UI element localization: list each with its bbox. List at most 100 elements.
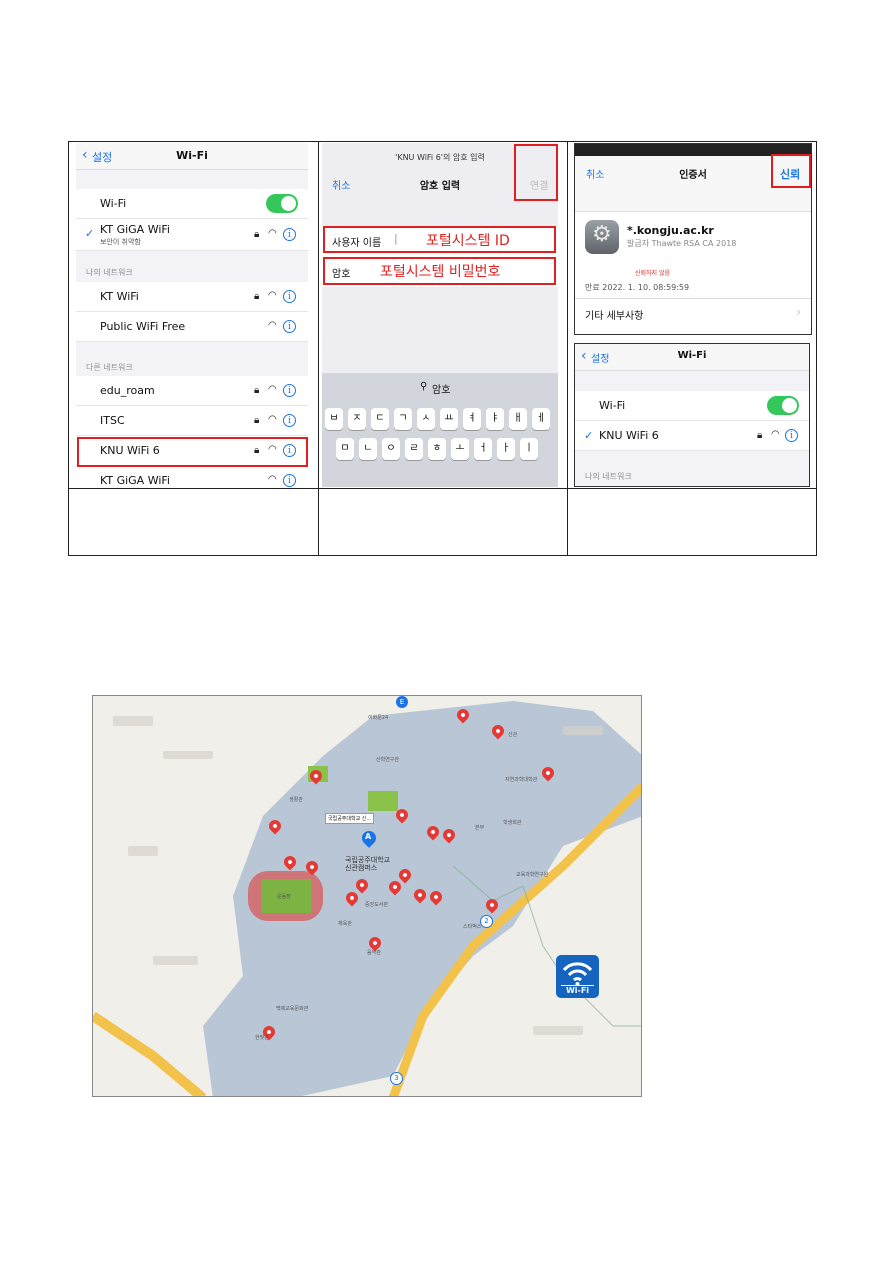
settings-gear-icon: ⚙ xyxy=(585,220,619,254)
section-header: 나의 네트워크 xyxy=(86,268,133,277)
keyboard-key[interactable]: ㅓ xyxy=(474,438,492,460)
info-icon[interactable]: i xyxy=(785,429,798,442)
place-label: 학생회관 xyxy=(503,820,522,826)
network-row[interactable]: edu_roam 🔒︎ ◠ i xyxy=(76,376,308,406)
keyboard-hint: 암호 xyxy=(432,385,451,396)
place-label: 스타벅스 xyxy=(463,924,482,930)
keyboard-key[interactable]: ㅈ xyxy=(348,408,366,430)
info-icon[interactable]: i xyxy=(283,474,296,487)
place-label: 한빛관 xyxy=(255,1035,269,1041)
route-marker: 2 xyxy=(480,915,493,928)
highlight-knu-wifi xyxy=(77,437,308,467)
route-e-icon: E xyxy=(396,696,408,708)
more-details-link[interactable]: 기타 세부사항 xyxy=(585,307,643,322)
info-icon[interactable]: i xyxy=(283,384,296,397)
keyboard-key[interactable]: ㅛ xyxy=(440,408,458,430)
wifi-badge: Wi-Fi xyxy=(556,955,599,998)
keyboard-key[interactable]: ㄷ xyxy=(371,408,389,430)
divider xyxy=(575,298,811,299)
connected-network-row[interactable]: ✓ KNU WiFi 6 🔒︎ ◠ i xyxy=(575,421,809,451)
wifi-toggle-label: Wi-Fi xyxy=(100,197,127,210)
wifi-signal-icon: ◠ xyxy=(268,228,277,239)
info-icon[interactable]: i xyxy=(283,228,296,241)
keyboard-key[interactable]: ㅔ xyxy=(532,408,550,430)
blurred-label xyxy=(113,716,153,726)
chevron-right-icon: › xyxy=(796,305,801,319)
keyboard-key[interactable]: ㄴ xyxy=(359,438,377,460)
wifi-toggle[interactable] xyxy=(266,194,298,213)
wifi-connected-screen: ‹ 설정 Wi-Fi Wi-Fi ✓ KNU WiFi 6 🔒︎ ◠ i 나의 … xyxy=(574,343,810,487)
blurred-label xyxy=(163,751,213,759)
wifi-toggle-label: Wi-Fi xyxy=(599,399,626,412)
table-divider xyxy=(567,142,568,555)
keyboard-key[interactable]: ㄹ xyxy=(405,438,423,460)
blurred-label xyxy=(563,726,603,735)
wifi-settings-screen: ‹ 설정 Wi-Fi Wi-Fi ✓ KT GiGA WiFi 보안이 취약함 … xyxy=(76,143,308,487)
network-name: edu_roam xyxy=(100,384,155,397)
keyboard-key[interactable]: ㅑ xyxy=(486,408,504,430)
place-label: 백제교육문화관 xyxy=(276,1006,309,1012)
place-label: 체육관 xyxy=(338,921,352,927)
keyboard-key[interactable]: ㅅ xyxy=(417,408,435,430)
place-label: 산학연구관 xyxy=(376,757,400,763)
network-row[interactable]: KT WiFi 🔒︎ ◠ i xyxy=(76,282,308,312)
place-label: 본부 xyxy=(475,825,485,831)
field-label: 운동장 xyxy=(277,894,291,900)
connected-network-row[interactable]: ✓ KT GiGA WiFi 보안이 취약함 🔒︎ ◠ i xyxy=(76,219,308,251)
page-title: Wi-Fi xyxy=(677,350,707,361)
wifi-signal-icon: ◠ xyxy=(268,290,277,301)
keyboard-key[interactable]: ㅁ xyxy=(336,438,354,460)
info-icon[interactable]: i xyxy=(283,414,296,427)
keyboard-key[interactable]: ㅗ xyxy=(451,438,469,460)
section-header: 나의 네트워크 xyxy=(585,472,632,481)
keyboard-key[interactable]: ㅏ xyxy=(497,438,515,460)
network-row[interactable]: ITSC 🔒︎ ◠ i xyxy=(76,406,308,436)
checkmark-icon: ✓ xyxy=(584,429,594,442)
network-row[interactable]: KT GiGA WiFi ◠ i xyxy=(76,466,308,487)
campus-label: 국립공주대학교 신관캠퍼스 xyxy=(345,856,391,872)
network-name: KT WiFi xyxy=(100,290,139,303)
wifi-toggle-row: Wi-Fi xyxy=(76,189,308,219)
keyboard-key[interactable]: ㅂ xyxy=(325,408,343,430)
map-callout: 국립공주대학교 신... xyxy=(325,813,375,824)
wifi-signal-icon: ◠ xyxy=(268,384,277,395)
highlight-password xyxy=(323,257,556,285)
nav-bar: ‹ 설정 Wi-Fi xyxy=(76,143,308,170)
place-label: 교육과학연구원 xyxy=(516,872,549,878)
campus-map: E A 국립공주대학교 신... 국립공주대학교 신관캠퍼스 운동장 이화문24… xyxy=(92,695,642,1097)
lock-icon: 🔒︎ xyxy=(254,229,260,240)
wifi-signal-icon: ◠ xyxy=(268,320,277,331)
keyboard-key[interactable]: ㅎ xyxy=(428,438,446,460)
network-name: ITSC xyxy=(100,414,125,427)
network-name: KT GiGA WiFi xyxy=(100,474,170,487)
keyboard-key[interactable]: ㄱ xyxy=(394,408,412,430)
blurred-label xyxy=(533,1026,583,1035)
info-icon[interactable]: i xyxy=(283,320,296,333)
lock-icon: 🔒︎ xyxy=(254,415,260,426)
section-header: 다른 네트워크 xyxy=(86,363,133,372)
info-icon[interactable]: i xyxy=(283,290,296,303)
expiry-label: 만료 2022. 1. 10. 08:59:59 xyxy=(585,283,690,292)
place-label: 음악관 xyxy=(367,950,381,956)
keyboard: ⚲ 암호 ㅂㅈㄷㄱㅅㅛㅕㅑㅐㅔ ㅁㄴㅇㄹㅎㅗㅓㅏㅣ xyxy=(322,373,558,487)
checkmark-icon: ✓ xyxy=(85,227,95,240)
network-row[interactable]: Public WiFi Free ◠ i xyxy=(76,312,308,342)
wifi-signal-icon: ◠ xyxy=(771,429,780,440)
blurred-label xyxy=(128,846,158,856)
network-name: KT GiGA WiFi xyxy=(100,223,170,236)
blurred-label xyxy=(153,956,198,965)
keyboard-key[interactable]: ㅐ xyxy=(509,408,527,430)
place-label: 생활관 xyxy=(289,797,303,803)
nav-bar: ‹ 설정 Wi-Fi xyxy=(575,344,809,371)
lock-icon: 🔒︎ xyxy=(254,385,260,396)
network-name: Public WiFi Free xyxy=(100,320,186,333)
wifi-toggle[interactable] xyxy=(767,396,799,415)
place-label: 이화문24 xyxy=(368,715,389,721)
wifi-signal-icon: ◠ xyxy=(268,414,277,425)
highlight-trust xyxy=(771,154,811,188)
keyboard-key[interactable]: ㅕ xyxy=(463,408,481,430)
certificate-name: *.kongju.ac.kr xyxy=(627,224,714,237)
wifi-signal-icon: ◠ xyxy=(268,474,277,485)
keyboard-key[interactable]: ㅇ xyxy=(382,438,400,460)
keyboard-key[interactable]: ㅣ xyxy=(520,438,538,460)
